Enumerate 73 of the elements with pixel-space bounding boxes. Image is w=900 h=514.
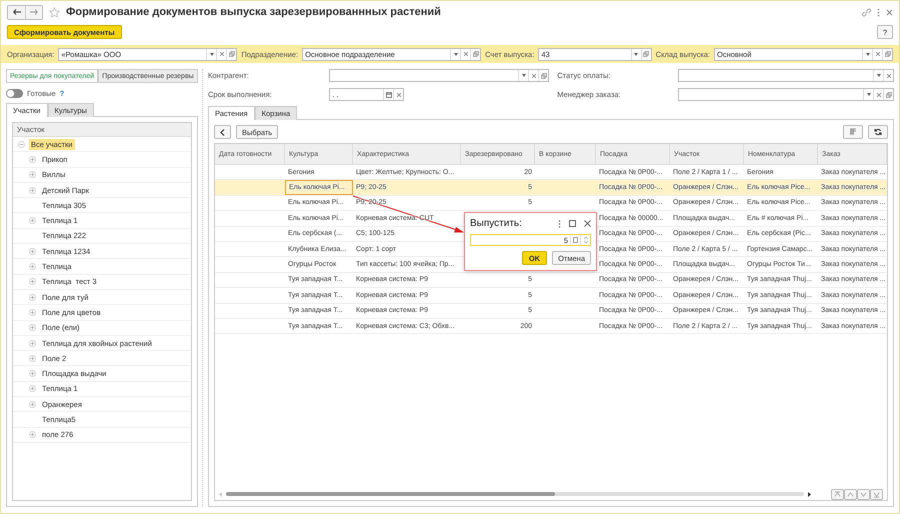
input-field[interactable] <box>678 88 894 101</box>
forward-arrow-icon <box>30 9 38 15</box>
open-icon <box>472 51 479 57</box>
scroll-nav-button[interactable] <box>844 488 857 500</box>
scroll-up-icon <box>847 490 854 498</box>
grid-settings-button[interactable] <box>843 125 863 139</box>
refresh-icon <box>874 128 882 136</box>
scroll-down-icon <box>860 490 867 498</box>
expand-icon[interactable] <box>29 324 36 332</box>
dropdown-icon <box>866 52 870 56</box>
clear-icon <box>876 92 880 96</box>
expand-icon[interactable] <box>29 263 36 270</box>
clear-icon <box>886 74 890 78</box>
expand-icon[interactable] <box>29 156 36 163</box>
close-icon[interactable] <box>886 8 893 16</box>
chevron-left-icon <box>220 128 225 136</box>
scroll-first-icon <box>834 490 841 498</box>
expand-icon[interactable] <box>29 294 36 301</box>
clear-icon <box>532 74 536 78</box>
open-icon <box>643 51 650 57</box>
expand-icon[interactable] <box>29 217 36 224</box>
star-icon[interactable] <box>49 6 60 18</box>
expand-icon[interactable] <box>29 340 36 346</box>
window-title: Формирование документов выпуска зарезервированнных растений <box>66 6 442 18</box>
dropdown-icon <box>522 74 526 77</box>
clear-icon <box>464 52 468 56</box>
back-button[interactable] <box>214 125 231 139</box>
open-icon <box>886 92 892 98</box>
expand-icon[interactable] <box>29 400 36 408</box>
clear-icon <box>396 92 401 96</box>
open-icon <box>540 72 547 78</box>
horizontal-scrollbar[interactable] <box>226 492 804 496</box>
expand-icon[interactable] <box>29 278 36 286</box>
collapse-icon[interactable] <box>18 140 25 148</box>
scroll-right-icon[interactable] <box>808 492 811 496</box>
link-icon[interactable] <box>862 8 871 16</box>
expand-icon[interactable] <box>29 370 36 378</box>
dropdown-icon <box>454 52 458 56</box>
back-arrow-icon <box>12 9 20 15</box>
scroll-nav-button[interactable] <box>870 488 883 500</box>
grid-icon <box>849 128 857 136</box>
open-icon <box>228 51 235 57</box>
dropdown-icon <box>210 52 214 56</box>
open-icon <box>884 51 891 57</box>
dropdown-icon <box>876 74 880 77</box>
back-button[interactable] <box>8 6 25 18</box>
maximize-icon[interactable] <box>569 220 576 227</box>
expand-icon[interactable] <box>29 431 36 438</box>
more-icon[interactable] <box>877 8 880 16</box>
clear-icon <box>220 52 224 56</box>
scroll-nav-button[interactable] <box>857 488 870 500</box>
dropdown-icon <box>866 93 870 96</box>
clear-icon <box>876 52 880 56</box>
scroll-left-icon[interactable] <box>219 492 222 496</box>
expand-icon[interactable] <box>29 354 36 362</box>
expand-icon[interactable] <box>29 186 36 194</box>
input-field[interactable] <box>678 69 894 82</box>
expand-icon[interactable] <box>29 171 36 178</box>
spinner-icon <box>584 236 588 244</box>
scroll-last-icon <box>873 490 880 498</box>
dialog-title: Выпустить: <box>470 218 522 229</box>
refresh-button[interactable] <box>868 125 888 139</box>
dropdown-icon <box>634 52 638 56</box>
calculator-icon <box>573 237 578 243</box>
more-icon[interactable] <box>558 220 561 228</box>
expand-icon[interactable] <box>29 248 36 255</box>
calendar-icon <box>386 92 392 98</box>
expand-icon[interactable] <box>29 308 36 316</box>
expand-icon[interactable] <box>29 385 36 392</box>
close-icon[interactable] <box>584 220 591 227</box>
ready-toggle[interactable] <box>6 89 23 98</box>
scroll-nav-button[interactable] <box>831 488 844 500</box>
input-field[interactable] <box>329 69 550 82</box>
